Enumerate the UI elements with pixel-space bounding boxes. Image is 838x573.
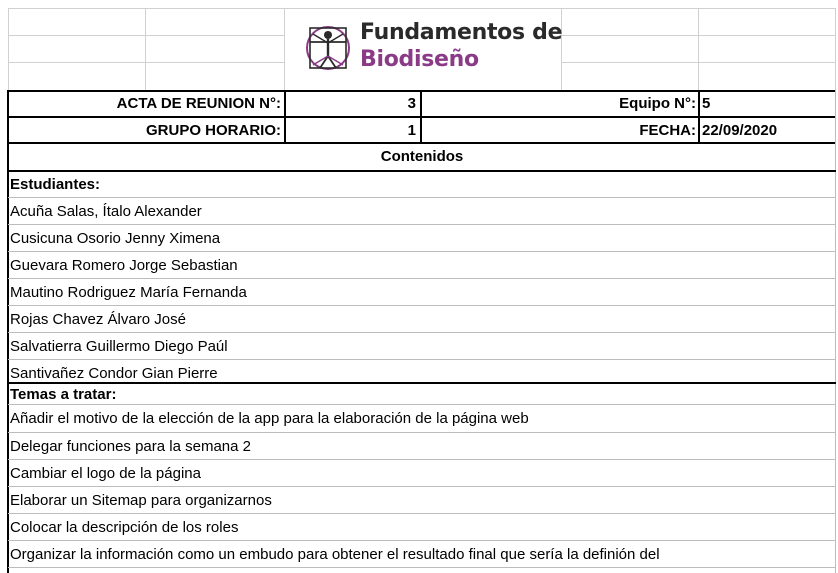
- list-item: Rojas Chavez Álvaro José: [8, 306, 836, 332]
- logo-title: Fundamentos de: [360, 20, 563, 45]
- fecha-label: FECHA:: [639, 121, 696, 139]
- topic-item: Cambiar el logo de la página: [10, 464, 201, 482]
- student-name: Acuña Salas, Ítalo Alexander: [10, 202, 202, 220]
- grupo-row: GRUPO HORARIO: 1 FECHA: 22/09/2020: [8, 117, 836, 143]
- topics-heading: Temas a tratar:: [10, 385, 117, 403]
- topic-item: Añadir el motivo de la elección de la ap…: [10, 410, 529, 427]
- student-name: Mautino Rodriguez María Fernanda: [10, 283, 247, 301]
- contents-title: Contenidos: [380, 148, 464, 165]
- topic-item: Elaborar un Sitemap para organizarnos: [10, 491, 272, 509]
- grid-line: [284, 8, 285, 90]
- equipo-value: 5: [702, 95, 711, 112]
- students-heading: Estudiantes:: [10, 176, 101, 193]
- topic-item: Colocar la descripción de los roles: [10, 518, 239, 536]
- topic-item: Organizar la información como un embudo …: [10, 545, 660, 563]
- row-border: [8, 567, 836, 568]
- students-heading-row: Estudiantes:: [8, 172, 836, 197]
- grid-line: [8, 8, 836, 9]
- student-name: Cusicuna Osorio Jenny Ximena: [10, 229, 221, 247]
- list-item: Cusicuna Osorio Jenny Ximena: [8, 225, 836, 251]
- list-item: Acuña Salas, Ítalo Alexander: [8, 198, 836, 224]
- list-item: Mautino Rodriguez María Fernanda: [8, 279, 836, 305]
- list-item: Elaborar un Sitemap para organizarnos: [8, 487, 836, 513]
- grupo-value: 1: [407, 121, 416, 139]
- topics-heading-row: Temas a tratar:: [8, 384, 836, 404]
- grupo-label: GRUPO HORARIO:: [146, 121, 281, 139]
- acta-row: ACTA DE REUNION N°: 3 Equipo N°: 5: [8, 90, 836, 117]
- grid-line: [8, 62, 285, 63]
- list-item: Colocar la descripción de los roles: [8, 514, 836, 540]
- list-item: Guevara Romero Jorge Sebastian: [8, 252, 836, 278]
- list-item: Delegar funciones para la semana 2: [8, 433, 836, 459]
- grid-line: [561, 62, 836, 63]
- grid-line: [835, 8, 836, 90]
- list-item: Salvatierra Guillermo Diego Paúl: [8, 333, 836, 359]
- list-item: Cambiar el logo de la página: [8, 460, 836, 486]
- logo: Fundamentos de Biodiseño: [305, 20, 563, 76]
- list-item: Añadir el motivo de la elección de la ap…: [8, 405, 836, 432]
- acta-label: ACTA DE REUNION N°:: [116, 95, 281, 112]
- list-item: Organizar la información como un embudo …: [8, 541, 836, 567]
- student-name: Guevara Romero Jorge Sebastian: [10, 256, 238, 274]
- grid-line: [698, 8, 699, 90]
- fecha-value: 22/09/2020: [702, 121, 778, 139]
- equipo-label: Equipo N°:: [619, 95, 696, 112]
- grid-line: [145, 8, 146, 90]
- vitruvian-man-icon: [306, 26, 350, 70]
- grid-line: [8, 35, 285, 36]
- contents-row: Contenidos: [8, 143, 836, 170]
- acta-value: 3: [407, 95, 416, 112]
- student-name: Salvatierra Guillermo Diego Paúl: [10, 337, 228, 355]
- logo-subtitle: Biodiseño: [360, 47, 479, 72]
- student-name: Rojas Chavez Álvaro José: [10, 310, 186, 328]
- grid-line: [561, 35, 836, 36]
- topic-item: Delegar funciones para la semana 2: [10, 437, 251, 455]
- student-name: Santivañez Condor Gian Pierre: [10, 365, 218, 382]
- list-item: Santivañez Condor Gian Pierre: [8, 360, 836, 383]
- grid-line: [8, 8, 9, 90]
- header-grid: Fundamentos de Biodiseño: [0, 0, 838, 90]
